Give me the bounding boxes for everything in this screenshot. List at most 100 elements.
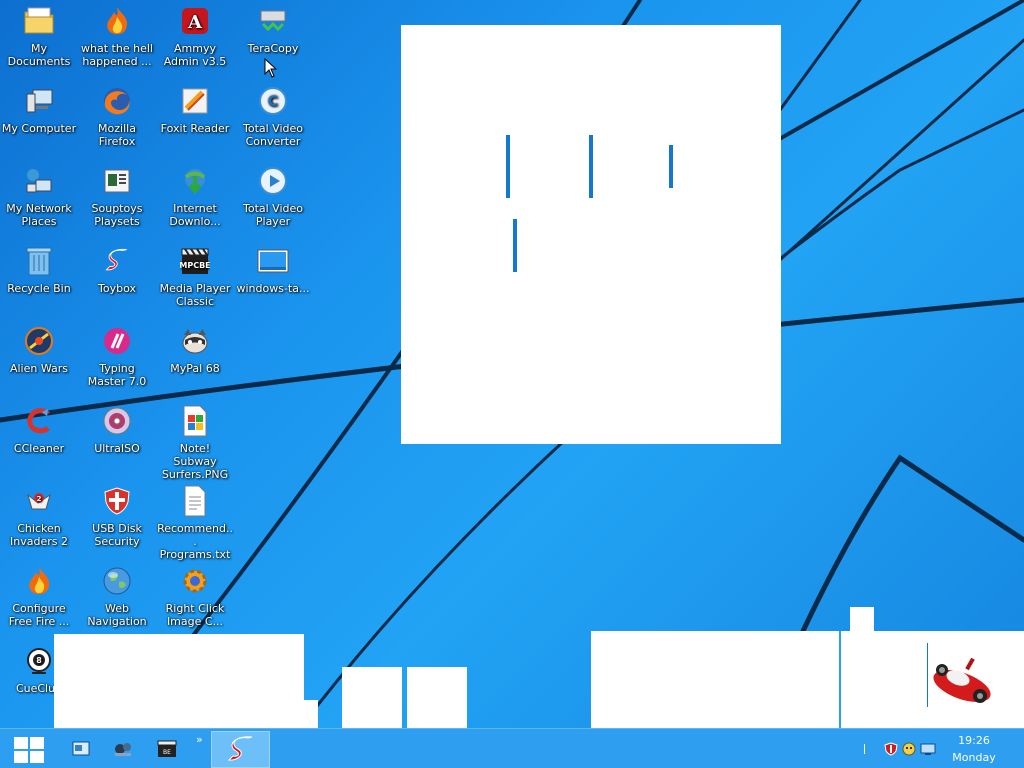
blank-region [54, 634, 304, 728]
desktop-icon-media-player-classic[interactable]: MPCBE Media Player Classic [156, 241, 234, 317]
ccleaner-icon [23, 405, 55, 437]
chicken-invaders-icon: 2 [23, 485, 55, 517]
desktop-icon-label: Mozilla Firefox [98, 122, 136, 148]
desktop-icon-label: Right Click Image C... [165, 602, 225, 628]
desktop-icon-flame[interactable]: Configure Free Fire ... [0, 561, 78, 637]
desktop-icon-label: Chicken Invaders 2 [10, 522, 68, 548]
red-car-icon [928, 652, 996, 708]
desktop-icon-ammyy-admin[interactable]: A Ammyy Admin v3.5 [156, 1, 234, 77]
desktop-icon-label: My Computer [1, 122, 77, 135]
desktop-icon-image-file[interactable]: windows-ta... [234, 241, 312, 317]
desktop-icon-usb-disk-security[interactable]: USB Disk Security [78, 481, 156, 557]
desktop-icon-typing-master[interactable]: Typing Master 7.0 [78, 321, 156, 397]
clock[interactable]: 19:26 Monday [946, 732, 1002, 766]
blank-region [290, 700, 318, 728]
taskbar: BE » 19:26 Monday [0, 728, 1024, 768]
clock-time: 19:26 [958, 734, 990, 747]
desktop-icon-label: Configure Free Fire ... [8, 602, 70, 628]
loading-bar [589, 135, 593, 198]
gear-icon [179, 565, 211, 597]
media-player-classic-icon: MPCBE [179, 245, 211, 277]
taskbar-toybox-button[interactable] [211, 731, 270, 768]
desktop-icon-label: USB Disk Security [92, 522, 142, 548]
mascot-tray-icon[interactable] [902, 742, 916, 756]
system-tray [864, 739, 936, 759]
taskbar-media-player-button[interactable]: BE [154, 737, 180, 761]
start-button[interactable] [10, 735, 48, 765]
show-desktop-icon [72, 741, 90, 756]
desktop-icon-recycle-bin[interactable]: Recycle Bin [0, 241, 78, 317]
computer-icon [23, 85, 55, 117]
show-desktop-button[interactable] [68, 737, 94, 761]
desktop-icon-foxit-reader[interactable]: Foxit Reader [156, 81, 234, 157]
text-file-icon [179, 485, 211, 517]
desktop-icon-png-file[interactable]: Note! Subway Surfers.PNG [156, 401, 234, 481]
desktop-icon-ultraiso[interactable]: UltraISO [78, 401, 156, 477]
loading-panel [401, 25, 781, 444]
mouse-cursor-icon [264, 57, 278, 78]
desktop-icon-label: Total Video Converter [242, 122, 303, 148]
toybox-icon [227, 735, 252, 761]
desktop-icon-label: Media Player Classic [159, 282, 231, 308]
desktop-icon-alien-wars[interactable]: Alien Wars [0, 321, 78, 397]
desktop-icon-label: Recommend... Programs.txt [157, 522, 233, 561]
souptoys-icon [115, 743, 131, 756]
souptoys-icon [101, 165, 133, 197]
desktop-icon-folder-documents[interactable]: My Documents [0, 1, 78, 77]
png-file-icon [179, 405, 211, 437]
media-player-classic-icon: BE [157, 740, 177, 757]
toybox-icon [101, 245, 133, 277]
image-file-icon [257, 245, 289, 277]
desktop-icon-label: UltraISO [94, 442, 140, 455]
blank-region [407, 667, 467, 728]
desktop-icon-text-file[interactable]: Recommend... Programs.txt [156, 481, 234, 561]
taskbar-souptoys-button[interactable] [110, 737, 136, 761]
network-tray-icon[interactable] [920, 742, 936, 756]
loading-bar [669, 145, 673, 188]
desktop-icon-ccleaner[interactable]: CCleaner [0, 401, 78, 477]
desktop-icon-label: My Documents [7, 42, 71, 68]
desktop-icon-label: what the hell happened ... [81, 42, 153, 68]
desktop-icon-internet-download-manager[interactable]: Internet Downlo... [156, 161, 234, 237]
desktop-icon-label: Internet Downlo... [169, 202, 221, 228]
video-player-icon [257, 165, 289, 197]
folder-documents-icon [23, 5, 55, 37]
desktop-icon-gear[interactable]: Right Click Image C... [156, 561, 234, 637]
internet-download-manager-icon [179, 165, 211, 197]
desktop-icon-label: TeraCopy [247, 42, 299, 55]
svg-text:8: 8 [36, 656, 42, 665]
blank-region [850, 607, 874, 631]
svg-text:A: A [187, 12, 203, 33]
typing-master-icon [101, 325, 133, 357]
desktop-icon-web-globe[interactable]: Web Navigation [78, 561, 156, 637]
desktop-icon-computer[interactable]: My Computer [0, 81, 78, 157]
shield-icon[interactable] [884, 742, 898, 756]
tray-arrow-icon[interactable] [864, 744, 870, 754]
desktop-icon-label: Foxit Reader [160, 122, 230, 135]
desktop-icon-label: CCleaner [13, 442, 65, 455]
alien-wars-icon [23, 325, 55, 357]
ultraiso-icon [101, 405, 133, 437]
loading-bar [513, 219, 517, 272]
svg-text:2: 2 [37, 495, 42, 503]
desktop-icon-video-player[interactable]: Total Video Player [234, 161, 312, 237]
desktop-icon-mypal[interactable]: MyPal 68 [156, 321, 234, 397]
video-converter-icon: C [257, 85, 289, 117]
desktop-icon-video-converter[interactable]: C Total Video Converter [234, 81, 312, 157]
network-places-icon [23, 165, 55, 197]
desktop-icon-chicken-invaders[interactable]: 2 Chicken Invaders 2 [0, 481, 78, 557]
desktop-icon-label: MyPal 68 [170, 362, 220, 375]
desktop-icon-firefox[interactable]: Mozilla Firefox [78, 81, 156, 157]
desktop-icon-souptoys[interactable]: Souptoys Playsets [78, 161, 156, 237]
web-globe-icon [101, 565, 133, 597]
teracopy-icon [257, 5, 289, 37]
desktop-icon-label: Alien Wars [9, 362, 69, 375]
desktop-icon-network-places[interactable]: My Network Places [0, 161, 78, 237]
taskbar-overflow-button[interactable]: » [196, 733, 203, 746]
desktop-icon-label: Total Video Player [242, 202, 303, 228]
recycle-bin-icon [23, 245, 55, 277]
desktop-icon-toybox[interactable]: Toybox [78, 241, 156, 317]
desktop-icon-flame[interactable]: what the hell happened ... [78, 1, 156, 77]
loading-bar [506, 135, 510, 198]
desktop-icon-label: Toybox [98, 282, 136, 295]
